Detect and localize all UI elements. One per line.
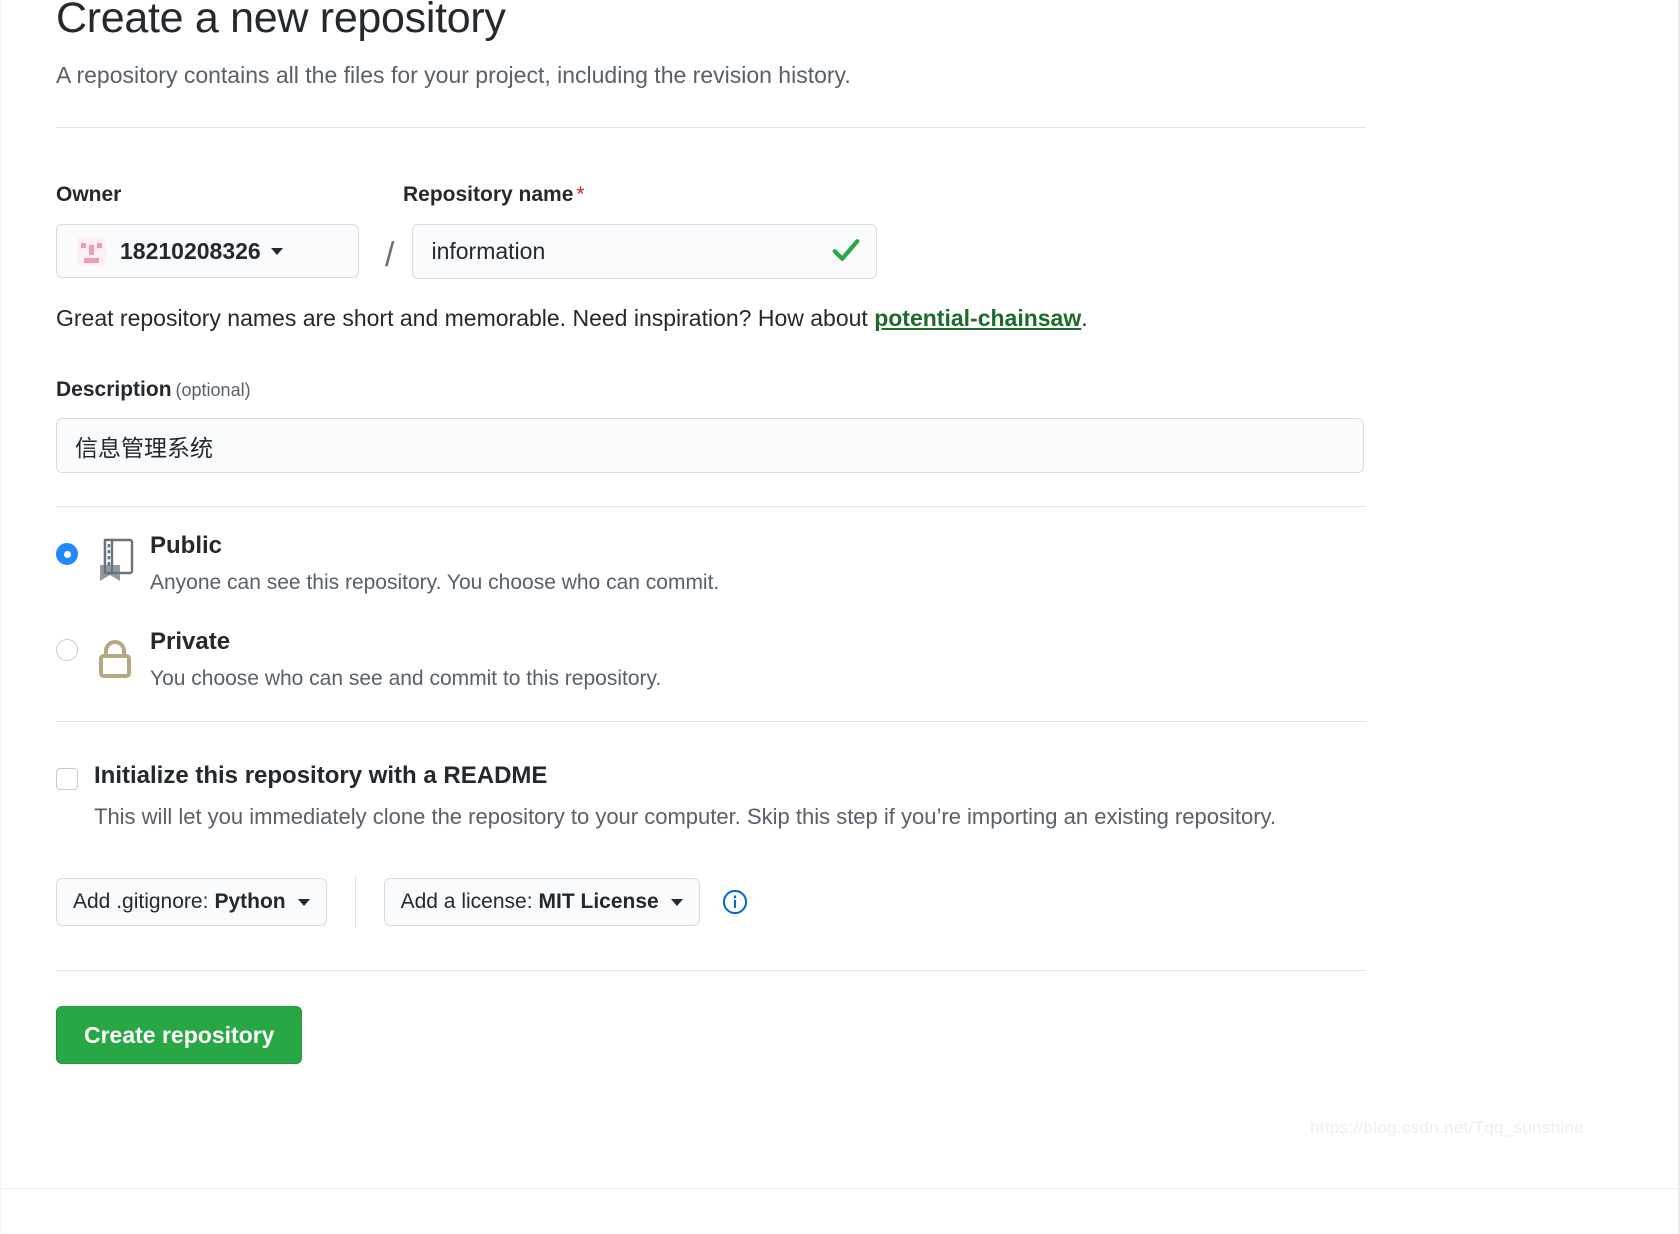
readme-section: Initialize this repository with a README… xyxy=(56,760,1366,834)
visibility-private-name: Private xyxy=(150,628,231,655)
description-label-text: Description xyxy=(56,378,172,401)
readme-description: This will let you immediately clone the … xyxy=(94,804,1276,829)
description-field: Description (optional) xyxy=(56,378,1366,473)
visibility-private-description: You choose who can see and commit to thi… xyxy=(150,667,662,690)
repository-name-label: Repository name * xyxy=(403,181,1366,209)
readme-body: Initialize this repository with a README… xyxy=(94,760,1276,834)
repository-name-input[interactable] xyxy=(412,224,878,279)
radio-public[interactable] xyxy=(56,543,78,565)
page-left-edge xyxy=(0,0,1,1234)
gitignore-value: Python xyxy=(214,890,286,913)
license-value: MIT License xyxy=(538,890,659,913)
description-label: Description (optional) xyxy=(56,378,1366,402)
repository-name-field: Repository name * / xyxy=(385,181,1366,279)
form-container: Create a new repository A repository con… xyxy=(56,0,1366,1064)
divider-top xyxy=(56,127,1366,128)
description-input[interactable] xyxy=(56,418,1364,473)
owner-and-name-row: Owner 18210208326 Repository name * / xyxy=(56,181,1366,279)
visibility-private-text: Private You choose who can see and commi… xyxy=(150,625,661,695)
owner-name-separator: / xyxy=(385,236,395,274)
visibility-options: Public Anyone can see this repository. Y… xyxy=(56,529,1366,695)
visibility-public-text: Public Anyone can see this repository. Y… xyxy=(150,529,719,599)
visibility-option-public[interactable]: Public Anyone can see this repository. Y… xyxy=(56,529,1366,599)
suggested-name-link[interactable]: potential-chainsaw xyxy=(874,305,1081,331)
extra-options-row: Add .gitignore: Python Add a license: MI… xyxy=(56,876,1366,928)
create-repository-button[interactable]: Create repository xyxy=(56,1006,303,1064)
owner-label: Owner xyxy=(56,183,122,206)
identicon-avatar xyxy=(77,236,106,266)
options-separator xyxy=(354,876,356,928)
divider-visibility xyxy=(56,506,1366,507)
divider-readme xyxy=(56,721,1366,722)
required-asterisk: * xyxy=(576,183,585,206)
owner-name-label: 18210208326 xyxy=(120,237,261,264)
readme-checkbox[interactable] xyxy=(56,768,78,790)
chevron-down-icon xyxy=(670,898,683,906)
page-subtitle: A repository contains all the files for … xyxy=(56,62,851,88)
create-repository-page: Create a new repository A repository con… xyxy=(0,0,1680,1234)
page-bottom-divider xyxy=(0,1188,1680,1189)
gitignore-dropdown[interactable]: Add .gitignore: Python xyxy=(56,878,327,926)
page-title: Create a new repository xyxy=(56,0,506,42)
info-circle-icon[interactable] xyxy=(722,889,748,915)
repo-book-icon xyxy=(96,537,142,588)
owner-field: Owner 18210208326 xyxy=(56,181,403,278)
description-optional-text: (optional) xyxy=(175,380,251,400)
hint-suffix: . xyxy=(1081,305,1088,331)
license-dropdown[interactable]: Add a license: MIT License xyxy=(383,878,700,926)
radio-private[interactable] xyxy=(56,639,78,661)
repository-name-input-wrap xyxy=(412,224,878,279)
lock-icon xyxy=(96,633,142,684)
chevron-down-icon xyxy=(270,247,283,255)
visibility-public-description: Anyone can see this repository. You choo… xyxy=(150,571,720,594)
repository-name-hint: Great repository names are short and mem… xyxy=(56,302,1366,334)
watermark-text: https://blog.csdn.net/Tqq_sunshine xyxy=(1310,1118,1584,1137)
gitignore-prefix: Add .gitignore: xyxy=(73,890,209,913)
hint-prefix: Great repository names are short and mem… xyxy=(56,305,875,331)
visibility-option-private[interactable]: Private You choose who can see and commi… xyxy=(56,625,1366,695)
visibility-public-name: Public xyxy=(150,532,223,559)
divider-submit xyxy=(56,970,1366,971)
chevron-down-icon xyxy=(297,898,310,906)
owner-select-button[interactable]: 18210208326 xyxy=(56,224,359,278)
license-prefix: Add a license: xyxy=(400,890,533,913)
repository-name-label-text: Repository name xyxy=(403,183,574,206)
readme-title: Initialize this repository with a README xyxy=(94,762,548,789)
